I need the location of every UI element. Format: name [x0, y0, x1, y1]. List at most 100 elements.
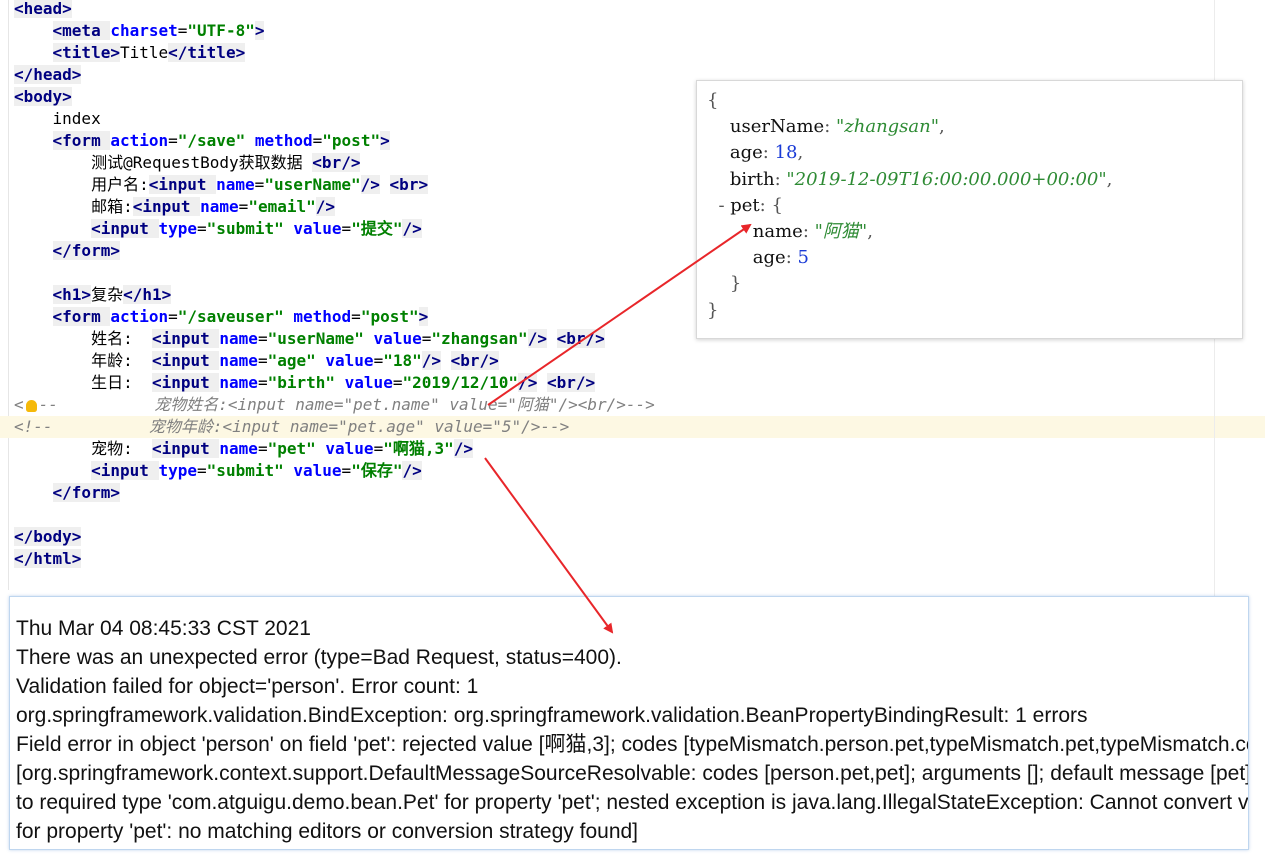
code-token: action: [110, 307, 169, 326]
code-token: <br>: [389, 175, 429, 194]
code-token: "保存": [351, 461, 403, 480]
error-page: Thu Mar 04 08:45:33 CST 2021 There was an…: [9, 596, 1249, 850]
code-line[interactable]: </body>: [14, 526, 82, 548]
json-token: ,: [867, 221, 873, 242]
json-line: birth: "2019-12-09T16:00:00.000+00:00",: [707, 167, 1112, 193]
code-token: =: [421, 329, 432, 348]
code-token: "age": [267, 351, 316, 370]
code-token: <br/>: [556, 329, 605, 348]
code-token: <form: [52, 307, 111, 326]
code-token: =: [238, 197, 249, 216]
code-token: =: [257, 439, 268, 458]
code-token: "submit": [206, 219, 284, 238]
code-token: >: [380, 131, 390, 150]
code-line[interactable]: 宠物: <input name="pet" value="啊猫,3"/>: [14, 438, 474, 460]
json-token: :: [802, 221, 815, 242]
code-token: =: [177, 21, 188, 40]
code-token: method: [254, 131, 313, 150]
code-token: <!-- 宠物年龄:<input name="pet.age" value="5…: [14, 417, 570, 436]
json-token: "阿猫": [814, 221, 868, 242]
code-token: <h1>: [52, 285, 92, 304]
code-token: />: [527, 329, 547, 348]
error-line: Field error in object 'person' on field …: [16, 733, 1248, 756]
code-line[interactable]: 姓名: <input name="userName" value="zhangs…: [14, 328, 605, 350]
code-token: "zhangsan": [431, 329, 528, 348]
code-line[interactable]: <body>: [14, 86, 72, 108]
code-line[interactable]: <meta charset="UTF-8">: [14, 20, 265, 42]
code-token: <br/>: [450, 351, 499, 370]
code-token: "post": [360, 307, 419, 326]
intention-bulb-icon[interactable]: [25, 399, 37, 412]
code-line[interactable]: index: [14, 108, 101, 130]
code-line[interactable]: 生日: <input name="birth" value="2019/12/1…: [14, 372, 596, 394]
code-line[interactable]: </form>: [14, 240, 120, 262]
code-line[interactable]: <input type="submit" value="保存"/>: [14, 460, 422, 482]
json-line: age: 5: [707, 245, 809, 271]
json-token: ,: [1106, 168, 1113, 190]
code-token: =: [373, 439, 384, 458]
code-token: <meta: [52, 21, 111, 40]
code-token: </form>: [52, 241, 120, 260]
json-token: }: [707, 273, 742, 295]
json-line: - pet: {: [707, 193, 783, 219]
code-line[interactable]: <form action="/saveuser" method="post">: [14, 306, 429, 328]
json-token: {: [707, 90, 719, 111]
json-line: age: 18,: [707, 140, 803, 166]
code-line[interactable]: 测试@RequestBody获取数据 <br/>: [14, 152, 361, 174]
json-token: ,: [797, 142, 804, 164]
code-line[interactable]: </form>: [14, 482, 120, 504]
code-token: "pet": [267, 439, 316, 458]
error-line: org.springframework.validation.BindExcep…: [16, 704, 1088, 727]
code-line[interactable]: <form action="/save" method="post">: [14, 130, 390, 152]
code-token: =: [197, 461, 207, 480]
json-token: :: [762, 142, 775, 164]
code-token: name: [219, 329, 258, 348]
code-line[interactable]: <head>: [14, 0, 72, 20]
code-line[interactable]: <input type="submit" value="提交"/>: [14, 218, 422, 240]
code-token: "submit": [206, 461, 284, 480]
code-token: 用户名:: [14, 175, 149, 194]
code-line[interactable]: 年龄: <input name="age" value="18"/> <br/>: [14, 350, 499, 372]
code-token: name: [219, 439, 258, 458]
code-line[interactable]: <title>Title</title>: [14, 42, 246, 64]
code-token: "userName": [264, 175, 361, 194]
error-line: Validation failed for object='person'. E…: [16, 675, 479, 698]
code-line[interactable]: 用户名:<input name="userName"/> <br>: [14, 174, 429, 196]
json-token: }: [707, 299, 719, 321]
code-line[interactable]: <h1>复杂</h1>: [14, 284, 172, 306]
code-token: =: [257, 373, 268, 392]
error-line: Thu Mar 04 08:45:33 CST 2021: [16, 617, 311, 640]
code-token: value: [325, 439, 374, 458]
json-token: : {: [759, 194, 783, 216]
code-token: 邮箱:: [14, 197, 133, 216]
json-token: -: [707, 194, 731, 216]
fold-gutter: [8, 0, 9, 590]
code-line[interactable]: </html>: [14, 548, 82, 570]
code-token: "birth": [267, 373, 336, 392]
code-line[interactable]: < -- 宠物姓名:<input name="pet.name" value="阿…: [14, 394, 655, 416]
code-line[interactable]: 邮箱:<input name="email"/>: [14, 196, 336, 218]
code-token: </head>: [14, 65, 82, 84]
code-token: =: [312, 131, 323, 150]
code-token: "post": [322, 131, 381, 150]
code-token: />: [518, 373, 538, 392]
code-line[interactable]: <!-- 宠物年龄:<input name="pet.age" value="5…: [0, 416, 1265, 438]
code-line[interactable]: </head>: [14, 64, 82, 86]
code-token: value: [325, 351, 374, 370]
code-token: <input: [132, 197, 201, 216]
json-token: "zhangsan": [835, 116, 940, 138]
code-token: <br/>: [312, 153, 361, 172]
code-token: <br/>: [546, 373, 596, 392]
